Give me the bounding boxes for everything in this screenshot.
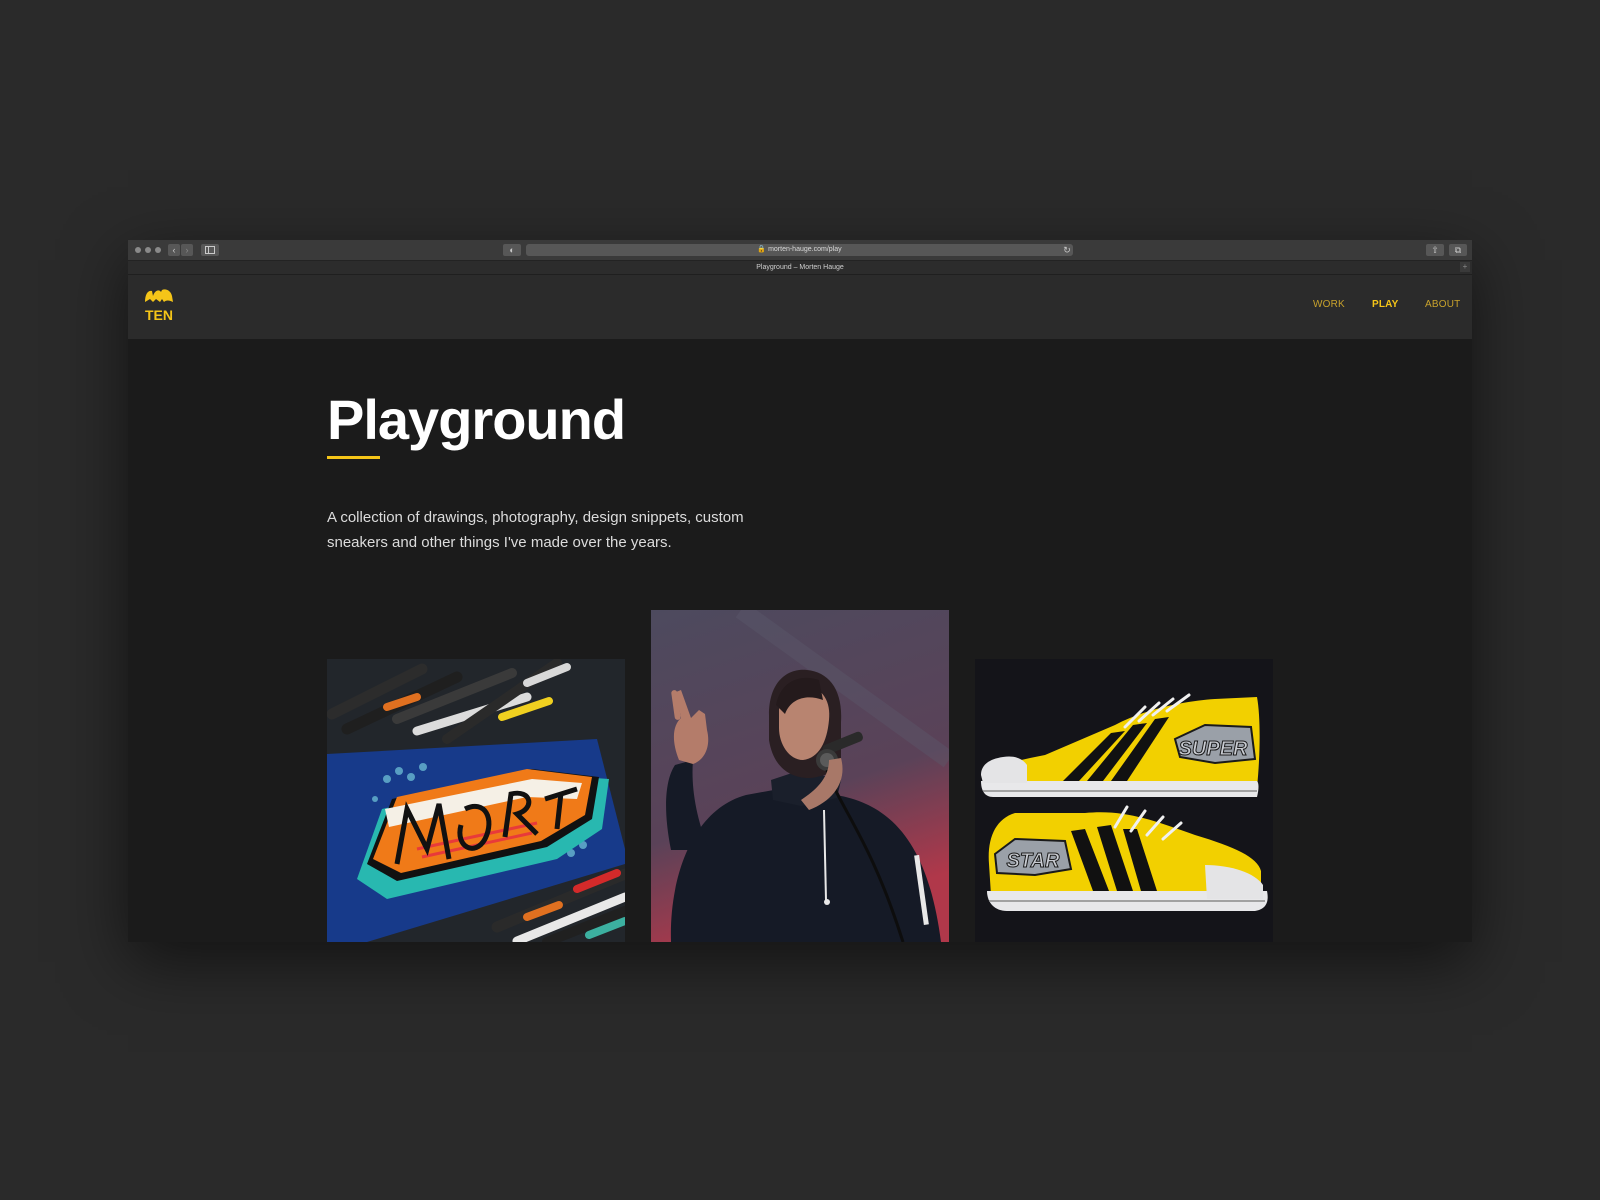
sneaker-art-bottom: STAR: [1007, 850, 1061, 872]
new-tab-button[interactable]: +: [1460, 262, 1470, 272]
site-logo[interactable]: TEN: [142, 287, 176, 323]
sidebar-toggle-icon[interactable]: [201, 244, 219, 256]
singer-photo: [651, 610, 949, 942]
reload-icon[interactable]: ↻: [1062, 244, 1072, 256]
address-bar-url: morten-hauge.com/play: [768, 246, 842, 253]
address-bar[interactable]: 🔒 morten-hauge.com/play: [526, 244, 1073, 256]
lock-icon: 🔒: [757, 246, 767, 253]
sneakers-photo: SUPER STAR: [975, 659, 1273, 942]
gallery-item-singer[interactable]: [651, 610, 949, 942]
logo-text: TEN: [145, 307, 173, 323]
tabs-overview-icon[interactable]: ⧉: [1449, 244, 1467, 256]
gallery-item-graffiti[interactable]: [327, 659, 625, 942]
share-icon[interactable]: ⇧: [1426, 244, 1444, 256]
browser-window: ‹ › ◐ 🔒 morten-hauge.com/play ↻ ⇧ ⧉ Play…: [128, 240, 1472, 942]
nav-about[interactable]: ABOUT: [1425, 299, 1460, 310]
reader-mode-icon[interactable]: ◐: [503, 244, 521, 256]
graffiti-image: [327, 659, 625, 942]
forward-arrow-icon[interactable]: ›: [181, 244, 193, 256]
page-description: A collection of drawings, photography, d…: [327, 509, 744, 551]
page-title: Playground: [327, 388, 626, 451]
sneaker-art-top: SUPER: [1179, 738, 1248, 760]
tab-playground[interactable]: Playground – Morten Hauge: [756, 264, 844, 271]
browser-toolbar: ‹ › ◐ 🔒 morten-hauge.com/play ↻ ⇧ ⧉: [128, 240, 1472, 261]
zoom-window-dot[interactable]: [155, 247, 161, 253]
minimize-window-dot[interactable]: [145, 247, 151, 253]
nav-play[interactable]: PLAY: [1372, 299, 1399, 310]
title-underline: [327, 456, 380, 459]
back-arrow-icon[interactable]: ‹: [168, 244, 180, 256]
tab-bar: Playground – Morten Hauge +: [128, 261, 1472, 275]
gallery-item-sneakers[interactable]: SUPER STAR: [975, 659, 1273, 942]
close-window-dot[interactable]: [135, 247, 141, 253]
site-header: TEN WORK PLAY ABOUT: [128, 275, 1472, 339]
nav-work[interactable]: WORK: [1313, 299, 1345, 310]
